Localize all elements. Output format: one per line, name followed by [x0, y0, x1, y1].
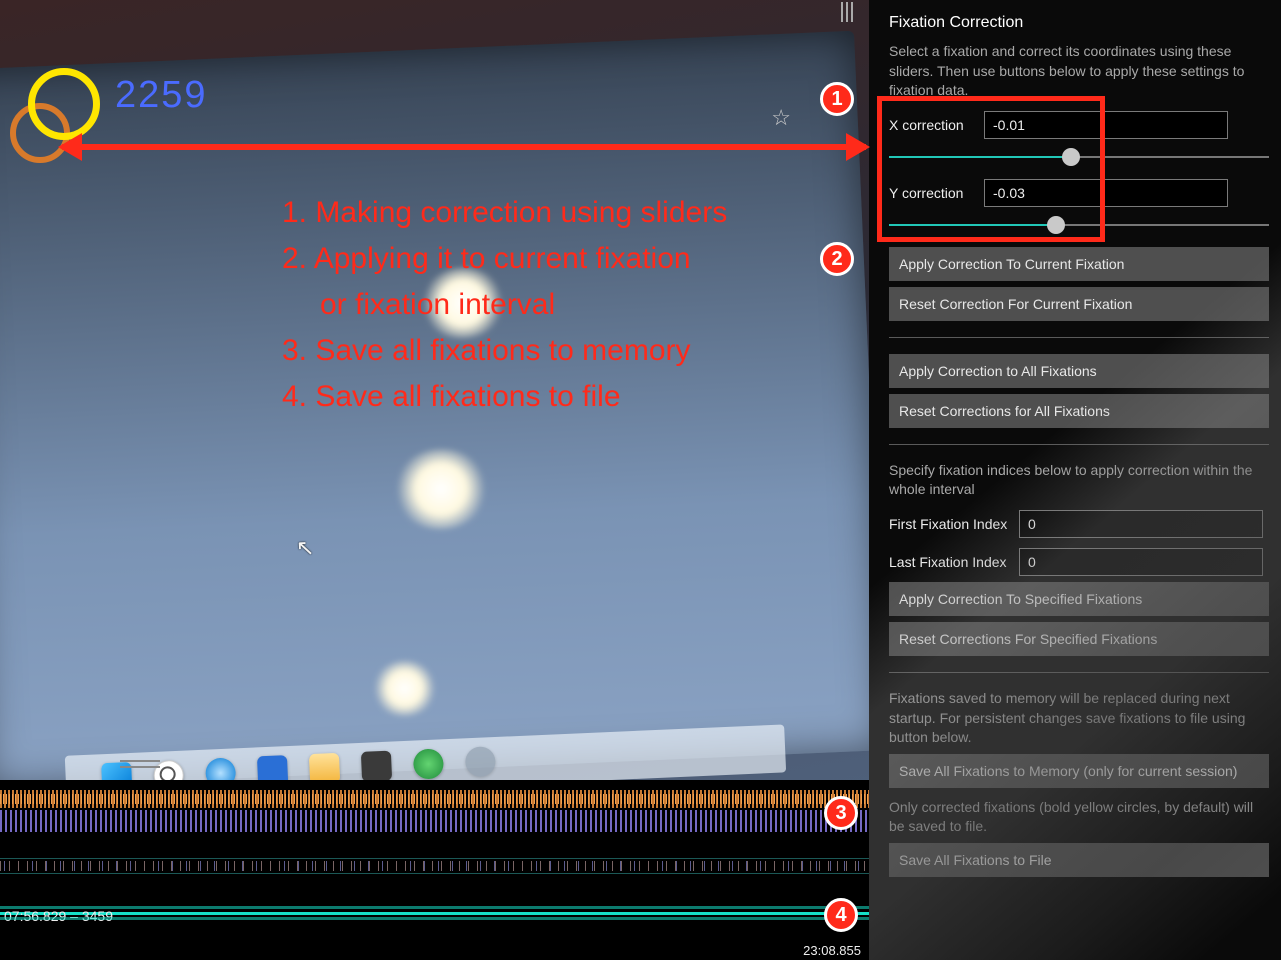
panel-intro: Select a fixation and correct its coordi…: [889, 42, 1269, 101]
annotation-arrow: [62, 144, 866, 150]
corrected-fixation-circle-icon: [28, 68, 100, 140]
y-correction-slider[interactable]: [889, 213, 1269, 237]
recorded-taskbar: [65, 724, 786, 780]
fixation-number: 2259: [115, 74, 208, 117]
glare-spot: [392, 447, 490, 531]
explorer-icon: [309, 753, 340, 780]
x-correction-label: X correction: [889, 117, 974, 133]
x-correction-input[interactable]: [984, 111, 1228, 139]
y-correction-label: Y correction: [889, 185, 974, 201]
apply-all-button[interactable]: Apply Correction to All Fixations: [889, 354, 1269, 388]
apply-current-button[interactable]: Apply Correction To Current Fixation: [889, 247, 1269, 281]
annotation-badge-2: 2: [820, 242, 854, 276]
annotation-badge-4: 4: [824, 898, 858, 932]
timeline-cursor-time: 07:56.829 – 3459: [4, 908, 113, 924]
app-icon: [257, 755, 288, 780]
cursor-icon: ↖: [295, 535, 315, 562]
y-correction-input[interactable]: [984, 179, 1228, 207]
first-index-label: First Fixation Index: [889, 516, 1009, 532]
divider: [889, 444, 1269, 445]
app-icon: [361, 751, 392, 780]
reset-current-button[interactable]: Reset Correction For Current Fixation: [889, 287, 1269, 321]
panel-title: Fixation Correction: [889, 14, 1269, 32]
file-help: Only corrected fixations (bold yellow ci…: [889, 798, 1269, 837]
annotation-text: 1. Making correction using sliders 2. Ap…: [282, 190, 727, 420]
memory-help: Fixations saved to memory will be replac…: [889, 689, 1269, 748]
last-index-input[interactable]: [1019, 548, 1263, 576]
interval-help: Specify fixation indices below to apply …: [889, 461, 1269, 500]
first-index-input[interactable]: [1019, 510, 1263, 538]
annotation-badge-3: 3: [824, 796, 858, 830]
divider: [889, 337, 1269, 338]
fixation-correction-panel: Fixation Correction Select a fixation an…: [869, 0, 1281, 960]
timeline-resize-grip-icon[interactable]: [120, 760, 160, 768]
save-memory-button[interactable]: Save All Fixations to Memory (only for c…: [889, 754, 1269, 788]
timeline-panel[interactable]: 07:56.829 – 3459 23:08.855: [0, 780, 869, 960]
apply-specified-button[interactable]: Apply Correction To Specified Fixations: [889, 582, 1269, 616]
reset-all-button[interactable]: Reset Corrections for All Fixations: [889, 394, 1269, 428]
save-file-button[interactable]: Save All Fixations to File: [889, 843, 1269, 877]
reset-specified-button[interactable]: Reset Corrections For Specified Fixation…: [889, 622, 1269, 656]
timeline-end-time: 23:08.855: [803, 943, 861, 958]
last-index-label: Last Fixation Index: [889, 554, 1009, 570]
divider: [889, 672, 1269, 673]
task-view-icon: [205, 757, 236, 780]
app-icon: [413, 748, 444, 779]
star-icon: ☆: [771, 105, 791, 131]
app-icon: [465, 746, 496, 777]
glare-spot: [371, 660, 438, 718]
x-correction-slider[interactable]: [889, 145, 1269, 169]
annotation-badge-1: 1: [820, 82, 854, 116]
